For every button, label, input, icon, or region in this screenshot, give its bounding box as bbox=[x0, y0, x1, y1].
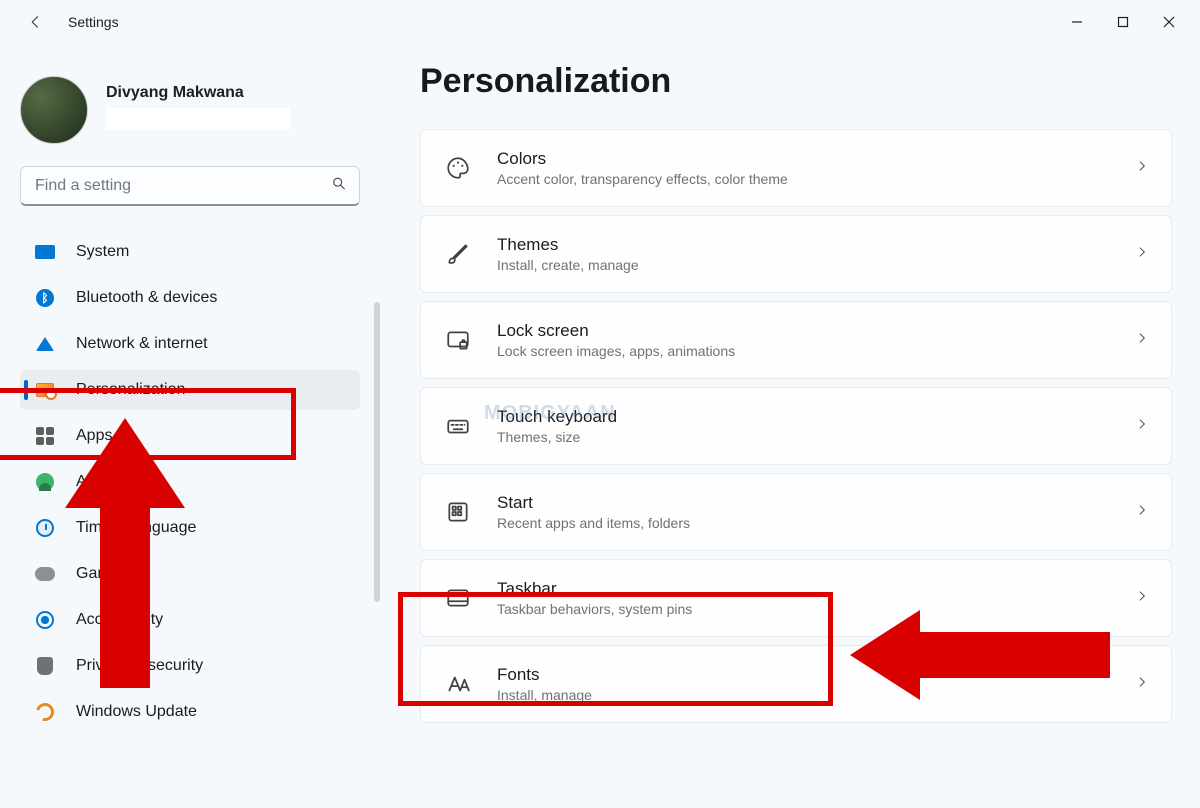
apps-icon bbox=[34, 425, 56, 447]
chevron-right-icon bbox=[1135, 417, 1149, 436]
nav-network[interactable]: Network & internet bbox=[20, 324, 360, 364]
nav-windows-update[interactable]: Windows Update bbox=[20, 692, 360, 732]
card-title: Touch keyboard bbox=[497, 407, 1111, 427]
search-icon bbox=[331, 175, 347, 196]
nav-label: Time & language bbox=[76, 519, 196, 537]
window-controls bbox=[1054, 6, 1192, 38]
card-title: Themes bbox=[497, 235, 1111, 255]
lock-screen-icon bbox=[443, 325, 473, 355]
chevron-right-icon bbox=[1135, 675, 1149, 694]
search-input[interactable] bbox=[35, 177, 319, 195]
nav-system[interactable]: System bbox=[20, 232, 360, 272]
nav-label: Accounts bbox=[76, 473, 142, 491]
user-block[interactable]: Divyang Makwana bbox=[20, 62, 360, 148]
nav-personalization[interactable]: Personalization bbox=[20, 370, 360, 410]
avatar bbox=[20, 76, 88, 144]
card-subtitle: Accent color, transparency effects, colo… bbox=[497, 171, 1111, 187]
wifi-icon bbox=[34, 333, 56, 355]
close-button[interactable] bbox=[1146, 6, 1192, 38]
chevron-right-icon bbox=[1135, 245, 1149, 264]
user-name: Divyang Makwana bbox=[106, 84, 290, 102]
nav-label: System bbox=[76, 243, 129, 261]
update-icon bbox=[34, 701, 56, 723]
nav-apps[interactable]: Apps bbox=[20, 416, 360, 456]
page-title: Personalization bbox=[420, 62, 1174, 101]
bluetooth-icon: ᛒ bbox=[34, 287, 56, 309]
nav-label: Privacy & security bbox=[76, 657, 203, 675]
card-touch-keyboard[interactable]: Touch keyboard Themes, size bbox=[420, 387, 1172, 465]
card-taskbar[interactable]: Taskbar Taskbar behaviors, system pins bbox=[420, 559, 1172, 637]
main-content: Personalization Colors Accent color, tra… bbox=[380, 44, 1200, 808]
shield-icon bbox=[34, 655, 56, 677]
card-colors[interactable]: Colors Accent color, transparency effect… bbox=[420, 129, 1172, 207]
nav-label: Accessibility bbox=[76, 611, 163, 629]
brush-icon bbox=[443, 239, 473, 269]
start-icon bbox=[443, 497, 473, 527]
chevron-right-icon bbox=[1135, 159, 1149, 178]
card-title: Taskbar bbox=[497, 579, 1111, 599]
card-title: Start bbox=[497, 493, 1111, 513]
card-subtitle: Install, manage bbox=[497, 687, 1111, 703]
taskbar-icon bbox=[443, 583, 473, 613]
maximize-button[interactable] bbox=[1100, 6, 1146, 38]
card-subtitle: Lock screen images, apps, animations bbox=[497, 343, 1111, 359]
search-box[interactable] bbox=[20, 166, 360, 206]
title-bar: Settings bbox=[0, 0, 1200, 44]
accounts-icon bbox=[34, 471, 56, 493]
nav-label: Apps bbox=[76, 427, 112, 445]
window-title: Settings bbox=[68, 14, 119, 30]
chevron-right-icon bbox=[1135, 589, 1149, 608]
card-themes[interactable]: Themes Install, create, manage bbox=[420, 215, 1172, 293]
nav-label: Network & internet bbox=[76, 335, 208, 353]
clock-icon bbox=[34, 517, 56, 539]
chevron-right-icon bbox=[1135, 503, 1149, 522]
nav-time-language[interactable]: Time & language bbox=[20, 508, 360, 548]
system-icon bbox=[34, 241, 56, 263]
nav-label: Gaming bbox=[76, 565, 132, 583]
chevron-right-icon bbox=[1135, 331, 1149, 350]
nav-privacy[interactable]: Privacy & security bbox=[20, 646, 360, 686]
nav-accounts[interactable]: Accounts bbox=[20, 462, 360, 502]
card-title: Lock screen bbox=[497, 321, 1111, 341]
nav-bluetooth[interactable]: ᛒ Bluetooth & devices bbox=[20, 278, 360, 318]
minimize-button[interactable] bbox=[1054, 6, 1100, 38]
nav-label: Personalization bbox=[76, 381, 185, 399]
fonts-icon bbox=[443, 669, 473, 699]
personalization-icon bbox=[34, 379, 56, 401]
card-subtitle: Recent apps and items, folders bbox=[497, 515, 1111, 531]
user-email-redacted bbox=[106, 108, 290, 130]
nav-list: System ᛒ Bluetooth & devices Network & i… bbox=[20, 232, 360, 732]
card-title: Colors bbox=[497, 149, 1111, 169]
sidebar: Divyang Makwana System ᛒ Bluetooth & dev… bbox=[0, 44, 380, 808]
card-title: Fonts bbox=[497, 665, 1111, 685]
nav-accessibility[interactable]: Accessibility bbox=[20, 600, 360, 640]
palette-icon bbox=[443, 153, 473, 183]
nav-label: Windows Update bbox=[76, 703, 197, 721]
keyboard-icon bbox=[443, 411, 473, 441]
nav-gaming[interactable]: Gaming bbox=[20, 554, 360, 594]
nav-label: Bluetooth & devices bbox=[76, 289, 217, 307]
card-lock-screen[interactable]: Lock screen Lock screen images, apps, an… bbox=[420, 301, 1172, 379]
gaming-icon bbox=[34, 563, 56, 585]
card-fonts[interactable]: Fonts Install, manage bbox=[420, 645, 1172, 723]
accessibility-icon bbox=[34, 609, 56, 631]
card-subtitle: Install, create, manage bbox=[497, 257, 1111, 273]
back-button[interactable] bbox=[24, 10, 48, 34]
card-subtitle: Taskbar behaviors, system pins bbox=[497, 601, 1111, 617]
card-start[interactable]: Start Recent apps and items, folders bbox=[420, 473, 1172, 551]
settings-list: Colors Accent color, transparency effect… bbox=[420, 129, 1172, 723]
card-subtitle: Themes, size bbox=[497, 429, 1111, 445]
